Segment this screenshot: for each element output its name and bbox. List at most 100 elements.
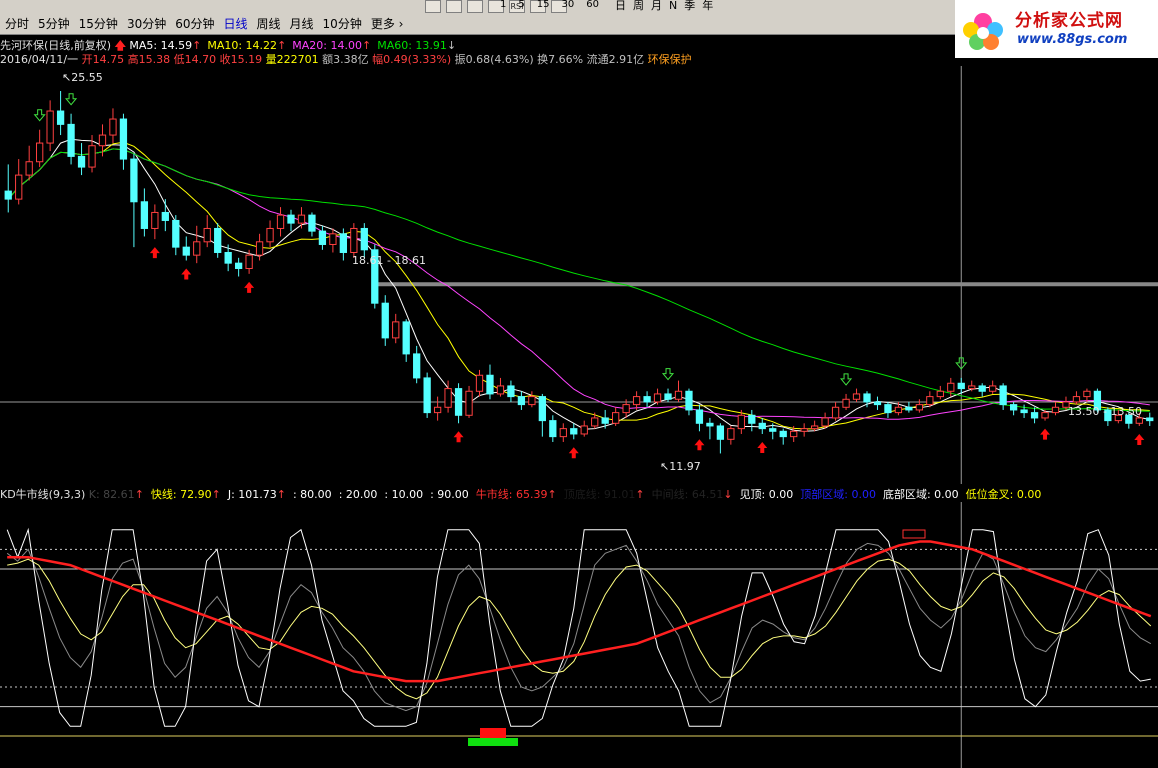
kd-indicator-chart[interactable] <box>0 502 1158 768</box>
candle-body <box>800 428 808 432</box>
candle-body <box>56 110 65 125</box>
quick-period-5[interactable]: 年 <box>702 0 713 11</box>
logo-title: 分析家公式网 <box>1015 11 1123 31</box>
period-tab-0[interactable]: 分时 <box>2 15 35 33</box>
ma-arrow-icon: ↑ <box>277 39 287 52</box>
candle-body <box>810 425 819 430</box>
quote-volume: 量222701 <box>265 53 319 66</box>
candle-body <box>151 211 159 229</box>
candle-body <box>1030 412 1039 419</box>
chart-background <box>0 66 1158 484</box>
period-tab-9[interactable]: 更多 <box>368 15 410 33</box>
ind-arrow-icon: ↑ <box>547 488 557 501</box>
ind-value: : 80.00 <box>292 488 332 501</box>
up-arrow-icon: 🡅 <box>114 39 126 52</box>
candle-body <box>915 404 924 411</box>
candle-body <box>15 174 23 200</box>
candle-body <box>25 161 33 176</box>
candle-body <box>381 302 389 339</box>
period-tab-3[interactable]: 30分钟 <box>124 15 172 33</box>
quick-num-3[interactable]: 30 <box>561 0 574 10</box>
candle-body <box>570 428 578 435</box>
candle-body <box>664 393 672 400</box>
candle-body <box>538 396 546 422</box>
candle-body <box>999 385 1007 406</box>
candle-body <box>968 385 976 390</box>
quote-sector: 环保保护 <box>647 53 692 66</box>
quick-period-1[interactable]: 周 <box>633 0 644 11</box>
candle-body <box>601 417 609 424</box>
candle-body <box>214 227 222 253</box>
period-tab-5[interactable]: 日线 <box>221 15 254 33</box>
ma-item-1: MA10: 14.22↑ <box>207 39 286 52</box>
candle-body <box>790 430 798 438</box>
period-tab-1[interactable]: 5分钟 <box>35 15 76 33</box>
candle-body <box>245 254 253 269</box>
quick-num-0[interactable]: 1 <box>500 0 506 10</box>
candle-body <box>653 393 662 403</box>
candle-body <box>1083 390 1091 398</box>
candle-body <box>182 246 190 256</box>
quick-num-2[interactable]: 15 <box>537 0 550 10</box>
quick-num-4[interactable]: 60 <box>586 0 599 10</box>
ind-item-0: K: 82.61↑ <box>89 488 144 501</box>
period-tab-2[interactable]: 15分钟 <box>76 15 124 33</box>
candle-body <box>758 422 766 430</box>
candle-body <box>863 393 871 403</box>
ind-value: 底部区域: 0.00 <box>882 488 959 501</box>
candle-body <box>884 404 892 414</box>
candle-body <box>559 428 567 438</box>
candle-body <box>580 425 588 435</box>
ind-item-13: 低位金叉: 0.00 <box>966 488 1042 501</box>
quick-num-1[interactable]: 5 <box>518 0 524 10</box>
period-tab-7[interactable]: 月线 <box>287 15 320 33</box>
indicator-items: K: 82.61↑ 快线: 72.90↑ J: 101.73↑: 80.00: 20… <box>89 488 1049 501</box>
candle-body <box>486 374 494 395</box>
quick-period-3[interactable]: N <box>669 0 677 11</box>
candle-body <box>297 214 306 224</box>
ind-value: 低位金叉: 0.00 <box>965 488 1042 501</box>
period-tab-4[interactable]: 60分钟 <box>172 15 220 33</box>
candle-body <box>266 227 274 243</box>
candle-body <box>276 214 285 229</box>
quote-open: 开14.75 <box>81 53 125 66</box>
candle-body <box>706 422 714 427</box>
candle-body <box>46 110 54 144</box>
ind-value: : 20.00 <box>338 488 378 501</box>
candle-body <box>1051 406 1060 414</box>
candle-body <box>77 155 86 168</box>
crosshair-icon[interactable] <box>467 0 483 13</box>
period-quick-buttons: 日周月N季年 <box>615 0 713 11</box>
indicator-name[interactable]: KD牛市线(9,3,3) <box>0 488 85 501</box>
ma-item-3: MA60: 13.91↓ <box>377 39 456 52</box>
indicator-legend: KD牛市线(9,3,3) K: 82.61↑ 快线: 72.90↑ J: 101.7… <box>0 487 1048 502</box>
candle-body <box>329 233 337 245</box>
quick-period-0[interactable]: 日 <box>615 0 626 11</box>
ind-arrow-icon: ↑ <box>276 488 286 501</box>
candle-body <box>936 390 944 398</box>
period-tab-8[interactable]: 10分钟 <box>320 15 368 33</box>
zoom-icon[interactable] <box>446 0 462 13</box>
candle-body <box>193 241 201 256</box>
candle-body <box>947 382 955 392</box>
quick-period-4[interactable]: 季 <box>684 0 695 11</box>
ind-item-10: 见顶: 0.00 <box>740 488 794 501</box>
ind-value: 顶底线: 91.01 <box>563 488 636 501</box>
ma-item-2: MA20: 14.00↑ <box>292 39 371 52</box>
candle-body <box>528 396 536 406</box>
candlestick-chart[interactable] <box>0 66 1158 484</box>
quick-period-2[interactable]: 月 <box>651 0 662 11</box>
candle-body <box>842 398 850 408</box>
draw-icon[interactable] <box>425 0 441 13</box>
candle-body <box>475 374 484 392</box>
flower-logo-icon <box>963 13 1003 50</box>
candle-body <box>674 390 683 400</box>
candle-body <box>161 211 169 221</box>
low-price-label: ↖11.97 <box>660 460 701 473</box>
candle-body <box>695 409 704 424</box>
period-tab-6[interactable]: 周线 <box>254 15 287 33</box>
candle-body <box>1146 417 1154 422</box>
quote-change: 幅0.49(3.33%) <box>372 53 452 66</box>
period-tab-bar: 分时 5分钟 15分钟 30分钟 60分钟 日线 周线 月线 10分钟 更多 <box>2 15 409 33</box>
ind-item-7: 牛市线: 65.39↑ <box>476 488 557 501</box>
